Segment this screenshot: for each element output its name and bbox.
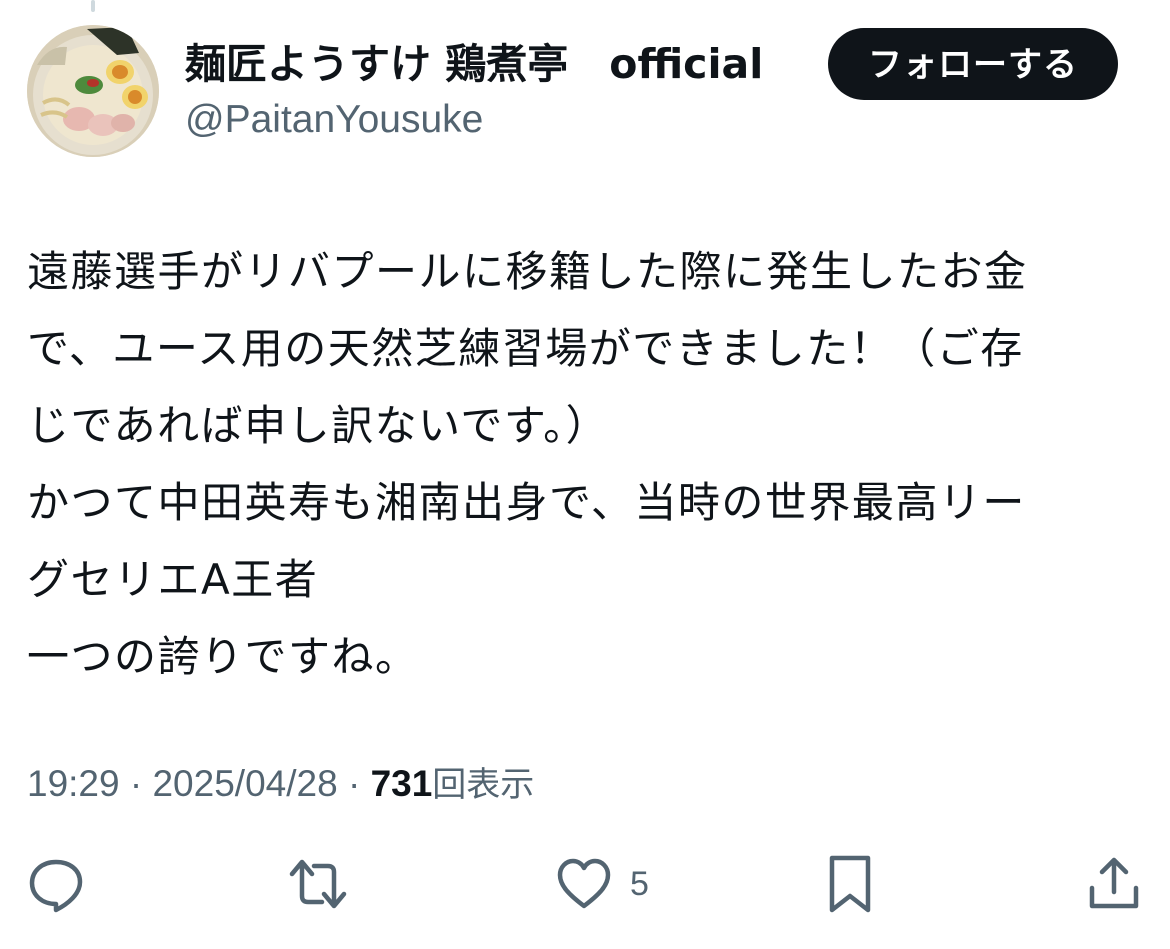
views-label: 回表示 <box>432 765 535 805</box>
views-count: 731 <box>370 763 433 804</box>
reply-icon <box>29 859 83 913</box>
share-icon <box>1089 857 1139 909</box>
tweet-text-line: かつて中田英寿も湘南出身で、当時の世界最高リー <box>27 478 1026 527</box>
thread-connector-line <box>91 0 95 12</box>
retweet-icon <box>289 859 347 909</box>
reply-button[interactable] <box>26 852 86 916</box>
tweet-text-line: じであれば申し訳ないです。） <box>27 401 610 450</box>
ramen-bowl-icon <box>27 25 159 157</box>
tweet-text-line: グセリエA王者 <box>27 555 319 604</box>
bookmark-icon <box>829 855 871 913</box>
tweet-text-line: で、ユース用の天然芝練習場ができました！（ご存 <box>27 324 1024 373</box>
heart-icon <box>557 858 611 909</box>
like-count: 5 <box>630 864 649 903</box>
follow-button[interactable]: フォローする <box>828 28 1118 100</box>
author-handle[interactable]: @PaitanYousuke <box>185 94 483 146</box>
bookmark-button[interactable] <box>820 852 880 916</box>
tweet-text-line: 遠藤選手がリバプールに移籍した際に発生したお金 <box>27 247 1028 296</box>
meta-separator: · <box>337 763 371 804</box>
tweet-date[interactable]: 2025/04/28 <box>152 763 337 804</box>
tweet-time[interactable]: 19:29 <box>27 763 120 804</box>
share-button[interactable] <box>1084 852 1144 916</box>
avatar[interactable] <box>27 25 159 157</box>
tweet-text-line: 一つの誇りですね。 <box>27 632 419 681</box>
author-display-name[interactable]: 麺匠ようすけ 鶏煮亭 official <box>185 38 763 90</box>
tweet-meta: 19:29 · 2025/04/28 · 731回表示 <box>27 758 534 810</box>
like-button[interactable]: 5 <box>554 852 649 916</box>
meta-separator: · <box>119 763 153 804</box>
retweet-button[interactable] <box>288 852 348 916</box>
tweet-text: 遠藤選手がリバプールに移籍した際に発生したお金 で、ユース用の天然芝練習場ができ… <box>27 233 1137 695</box>
